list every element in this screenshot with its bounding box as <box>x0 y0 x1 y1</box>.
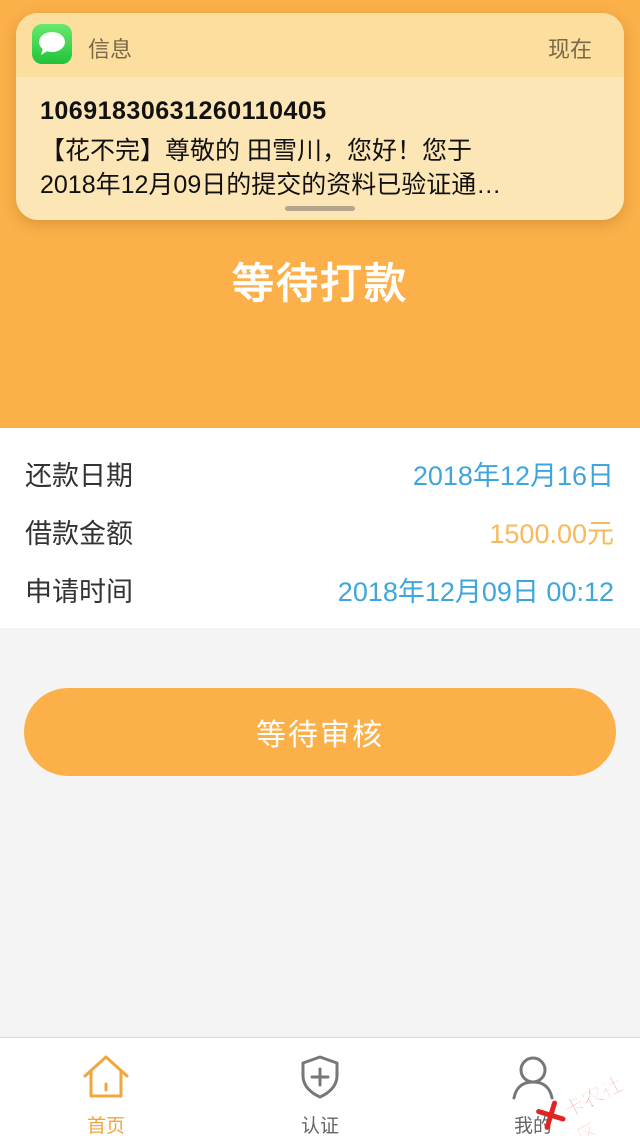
tab-verification-label: 认证 <box>300 1116 339 1136</box>
tab-home[interactable]: 首页 <box>36 1038 176 1136</box>
notification-sender: 10691830631260110405 <box>40 97 327 125</box>
application-time-row: 申请时间 2018年12月09日 00:12 <box>0 558 640 616</box>
shield-plus-icon <box>301 1055 339 1099</box>
watermark-text: 卡农社区 <box>559 1072 627 1136</box>
loan-info-card: 还款日期 2018年12月16日 借款金额 1500.00元 申请时间 2018… <box>0 428 640 628</box>
notification-time: 现在 <box>547 37 592 62</box>
notification-message-line: 2018年12月09日的提交的资料已验证通… <box>40 171 502 199</box>
loan-amount-row: 借款金额 1500.00元 <box>0 500 640 558</box>
loan-amount-label: 借款金额 <box>25 519 133 549</box>
tab-home-label: 首页 <box>86 1116 125 1136</box>
sms-notification-banner[interactable]: 信息 现在 10691830631260110405 【花不完】尊敬的 田雪川，… <box>16 13 624 220</box>
repayment-date-value: 2018年12月16日 <box>412 461 614 491</box>
loan-amount-value: 1500.00元 <box>489 519 614 549</box>
home-icon <box>83 1055 129 1098</box>
notification-grabber-handle[interactable] <box>285 206 355 211</box>
pending-review-button[interactable]: 等待审核 <box>24 688 616 776</box>
repayment-date-row: 还款日期 2018年12月16日 <box>0 442 640 500</box>
repayment-date-label: 还款日期 <box>25 461 133 491</box>
application-time-label: 申请时间 <box>25 577 133 607</box>
notification-app-name: 信息 <box>88 37 133 62</box>
notification-message-line: 【花不完】尊敬的 田雪川，您好！您于 <box>40 137 472 165</box>
messages-icon <box>32 24 72 64</box>
notification-header: 信息 现在 <box>16 13 624 77</box>
tab-verification[interactable]: 认证 <box>250 1038 390 1136</box>
page-title: 等待打款 <box>231 260 408 307</box>
application-time-value: 2018年12月09日 00:12 <box>337 577 614 607</box>
